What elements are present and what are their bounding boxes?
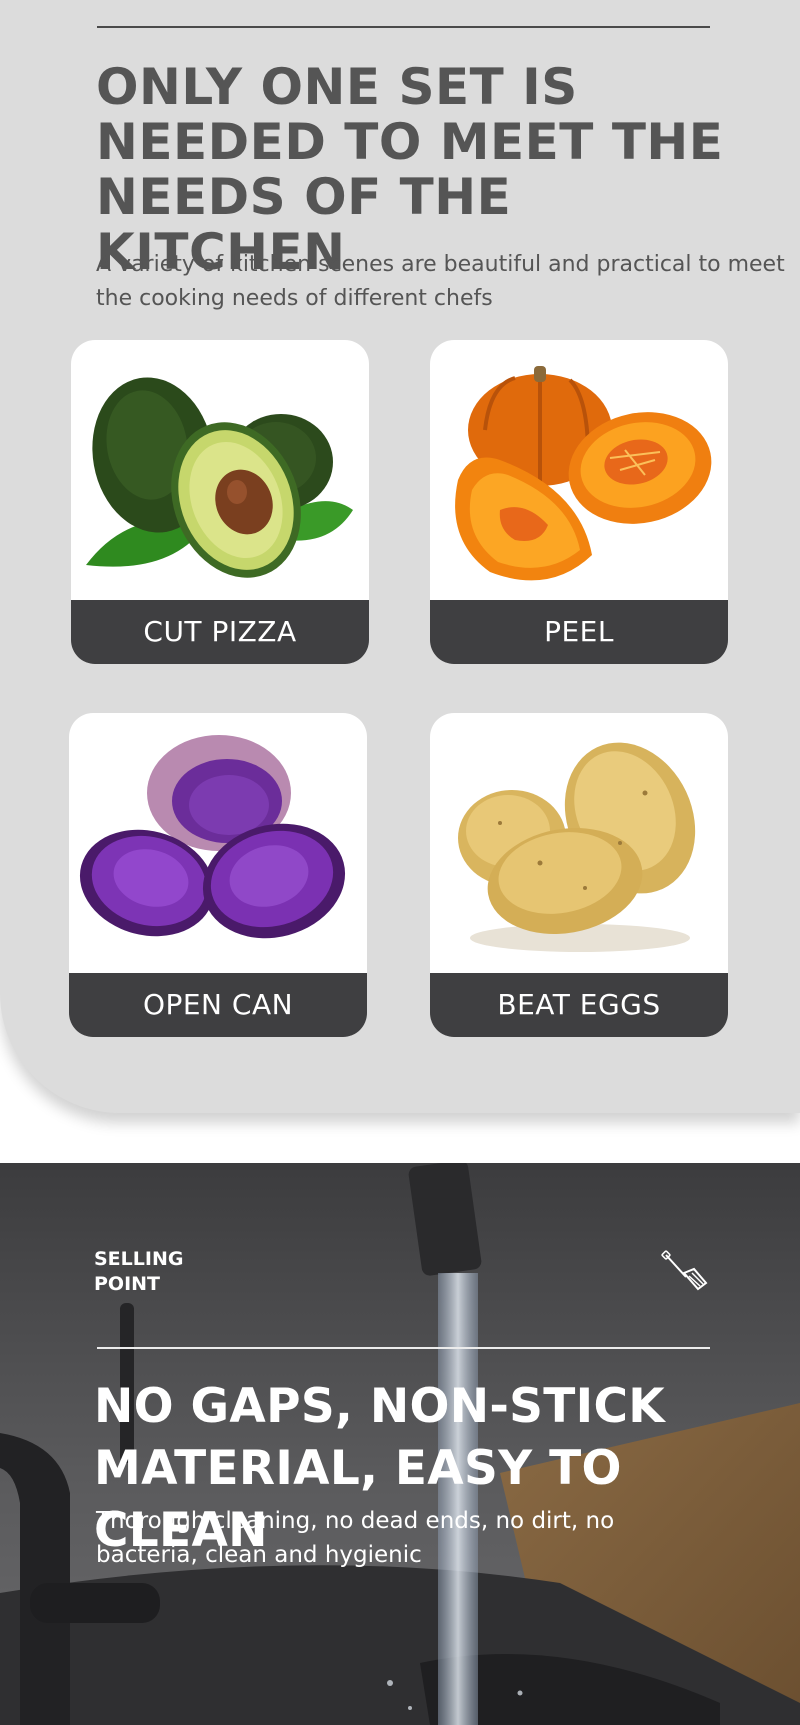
selling-point-description: Thorough cleaning, no dead ends, no dirt… bbox=[96, 1508, 615, 1568]
card-label: BEAT EGGS bbox=[430, 973, 728, 1037]
features-panel: ONLY ONE SET IS NEEDED TO MEET THE NEEDS… bbox=[0, 0, 800, 1113]
feature-card-peel: PEEL bbox=[430, 340, 728, 664]
divider-line bbox=[97, 26, 710, 28]
feature-card-beat-eggs: BEAT EGGS bbox=[430, 713, 728, 1037]
card-label: CUT PIZZA bbox=[71, 600, 369, 664]
selling-point-tag: SELLING POINT bbox=[94, 1247, 183, 1297]
selling-point-tag-line2: POINT bbox=[94, 1273, 161, 1295]
divider-line bbox=[97, 1347, 710, 1349]
potatoes-image bbox=[430, 713, 728, 973]
section-headline: ONLY ONE SET IS NEEDED TO MEET THE NEEDS… bbox=[96, 58, 724, 281]
selling-point-section: SELLING POINT NO GAPS, NON-STICK MATERIA… bbox=[0, 1163, 800, 1725]
feature-card-cut-pizza: CUT PIZZA bbox=[71, 340, 369, 664]
feature-card-open-can: OPEN CAN bbox=[69, 713, 367, 1037]
card-label: PEEL bbox=[430, 600, 728, 664]
purple-sweet-potato-image bbox=[69, 713, 367, 973]
selling-point-tag-line1: SELLING bbox=[94, 1248, 184, 1270]
spatula-icon bbox=[660, 1249, 716, 1305]
pumpkin-image bbox=[430, 340, 728, 600]
section-subtitle: A variety of kitchen scenes are beautifu… bbox=[96, 252, 785, 311]
card-label: OPEN CAN bbox=[69, 973, 367, 1037]
avocado-image bbox=[71, 340, 369, 600]
